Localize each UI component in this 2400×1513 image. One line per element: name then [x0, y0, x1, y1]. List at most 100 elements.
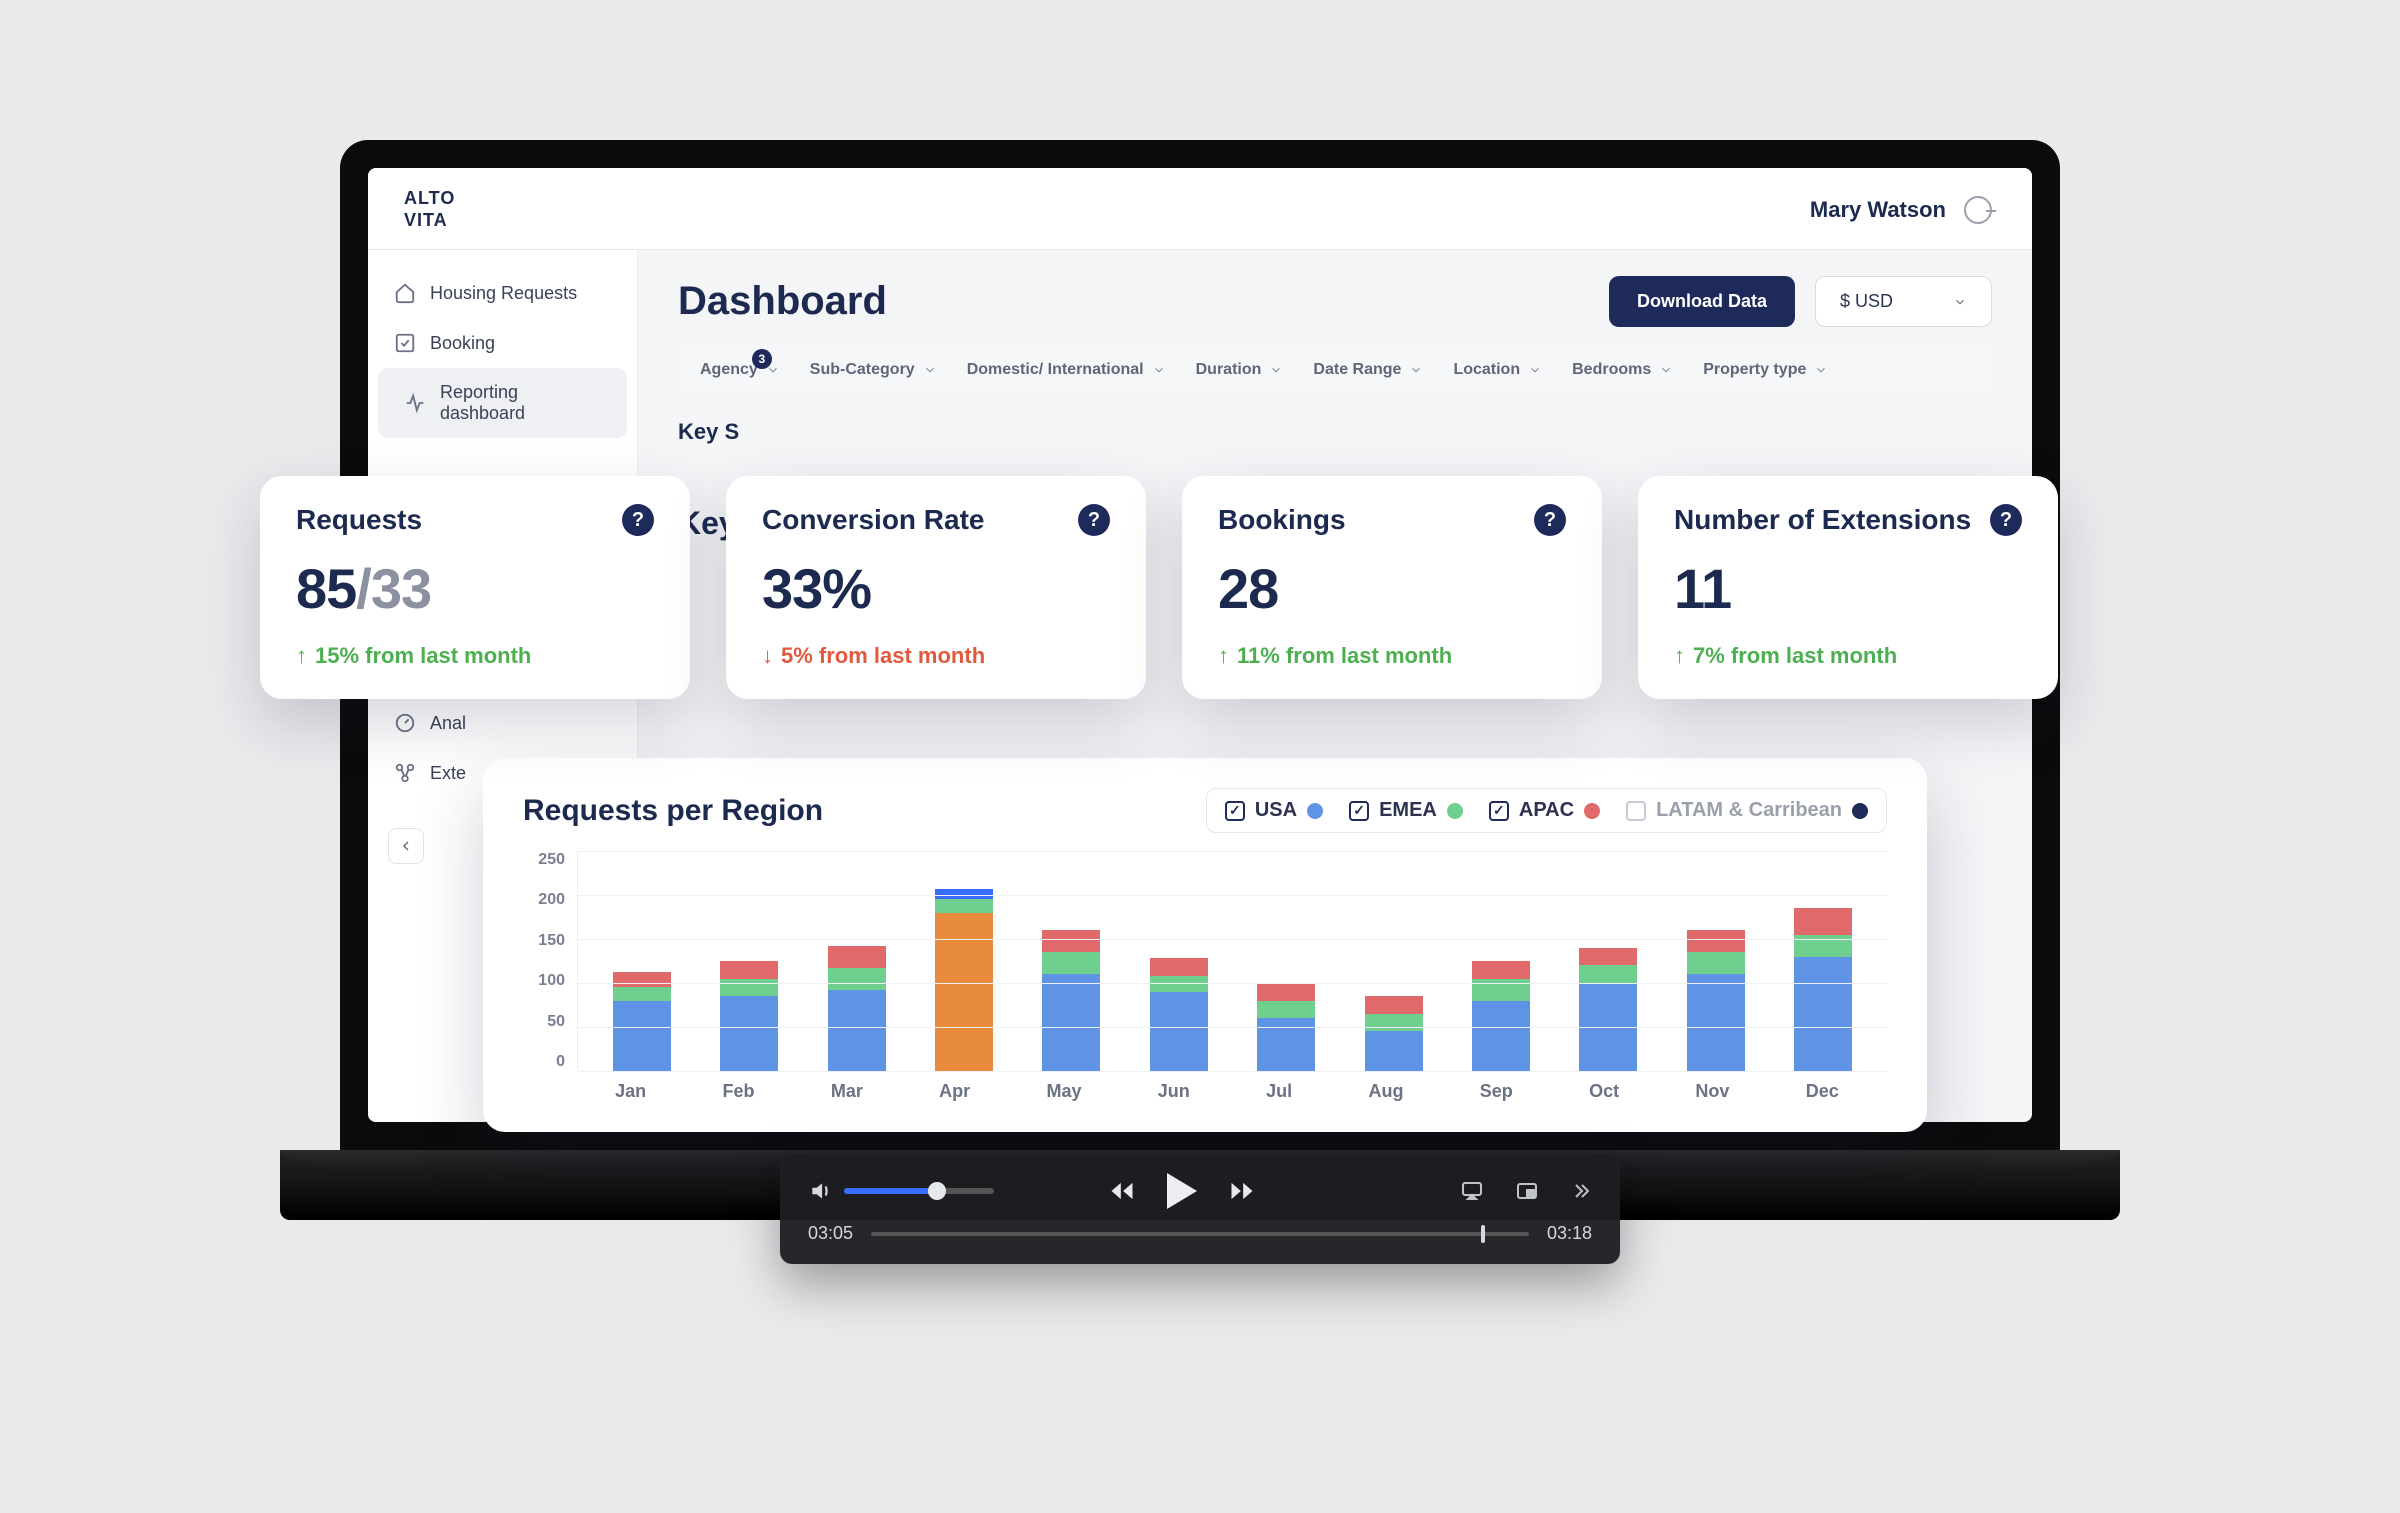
rewind-button[interactable]	[1105, 1177, 1139, 1205]
filter-location[interactable]: Location	[1447, 357, 1548, 383]
bar-dec	[1794, 908, 1852, 1071]
filter-date-range[interactable]: Date Range	[1307, 357, 1429, 383]
bar-segment	[1042, 952, 1100, 974]
sidebar-item-reporting-dashboard[interactable]: Reporting dashboard	[378, 368, 627, 438]
filter-label: Location	[1453, 361, 1520, 379]
bar-feb	[720, 961, 778, 1071]
main-header: Dashboard Download Data $ USD	[678, 276, 1992, 327]
bar-segment	[1687, 974, 1745, 1071]
legend-item-latam[interactable]: LATAM & Carribean	[1626, 799, 1868, 822]
pip-icon[interactable]	[1512, 1179, 1542, 1203]
x-tick: Apr	[939, 1081, 970, 1102]
checkbox-unchecked-icon	[1626, 801, 1646, 821]
filter-bedrooms[interactable]: Bedrooms	[1566, 357, 1679, 383]
currency-select[interactable]: $ USD	[1815, 276, 1992, 327]
bar-segment	[720, 996, 778, 1071]
bar-segment	[828, 990, 886, 1071]
chart-body: 250200150100500	[523, 851, 1887, 1071]
help-icon[interactable]: ?	[1990, 504, 2022, 536]
chart-card: Requests per Region ✓ USA ✓ EMEA ✓ APAC …	[483, 758, 1927, 1132]
filter-agency[interactable]: Agency3	[694, 357, 786, 383]
filter-duration[interactable]: Duration	[1190, 357, 1290, 383]
bar-segment	[1257, 1001, 1315, 1019]
bar-segment	[1579, 948, 1637, 966]
filter-sub-category[interactable]: Sub-Category	[804, 357, 943, 383]
bar-segment	[935, 913, 993, 1071]
more-icon[interactable]	[1568, 1179, 1592, 1203]
volume-slider[interactable]	[844, 1188, 994, 1194]
logout-icon[interactable]	[1964, 196, 1992, 224]
transport-controls	[1105, 1173, 1259, 1209]
page-title: Dashboard	[678, 279, 887, 324]
arrow-down-icon: ↓	[762, 643, 773, 669]
kpi-delta-text: 15% from last month	[315, 643, 531, 669]
filter-domestic-international[interactable]: Domestic/ International	[961, 357, 1172, 383]
x-tick: Oct	[1589, 1081, 1619, 1102]
filter-badge: 3	[752, 349, 772, 369]
bar-segment	[1687, 952, 1745, 974]
kpi-card-number-of-extensions: Number of Extensions ? 11 ↑ 7% from last…	[1638, 476, 2058, 699]
y-tick: 50	[523, 1013, 565, 1031]
volume-thumb[interactable]	[928, 1182, 946, 1200]
filter-label: Domestic/ International	[967, 361, 1144, 379]
kpi-delta-text: 7% from last month	[1693, 643, 1897, 669]
filter-label: Duration	[1196, 361, 1262, 379]
bar-nov	[1687, 930, 1745, 1071]
volume-fill	[844, 1188, 937, 1194]
header-actions: Download Data $ USD	[1609, 276, 1992, 327]
kpi-head: Conversion Rate ?	[762, 504, 1110, 536]
arrow-left-icon	[398, 838, 414, 854]
sidebar-item-housing-requests[interactable]: Housing Requests	[368, 268, 637, 318]
volume-control[interactable]	[808, 1178, 994, 1204]
progress-thumb[interactable]	[1481, 1225, 1485, 1243]
x-tick: Nov	[1695, 1081, 1729, 1102]
volume-icon	[808, 1178, 834, 1204]
logo-text-top: ALTO	[404, 188, 455, 209]
sidebar-item-label: Booking	[430, 333, 495, 354]
chevron-down-icon	[1409, 363, 1423, 377]
legend-item-emea[interactable]: ✓ EMEA	[1349, 799, 1463, 822]
legend-item-apac[interactable]: ✓ APAC	[1489, 799, 1600, 822]
x-tick: Feb	[723, 1081, 755, 1102]
sidebar-item-anal[interactable]: Anal	[368, 698, 637, 748]
video-player: 03:05 03:18	[780, 1155, 1620, 1264]
user-name: Mary Watson	[1810, 197, 1946, 223]
airplay-icon[interactable]	[1458, 1179, 1486, 1203]
download-data-button[interactable]: Download Data	[1609, 276, 1795, 327]
sidebar-collapse-button[interactable]	[388, 828, 424, 864]
help-icon[interactable]: ?	[622, 504, 654, 536]
bar-segment	[720, 979, 778, 997]
arrow-up-icon: ↑	[1674, 643, 1685, 669]
gridline	[578, 1027, 1887, 1028]
bar-segment	[935, 899, 993, 912]
kpi-card-requests: Requests ? 85/33 ↑ 15% from last month	[260, 476, 690, 699]
play-button[interactable]	[1167, 1173, 1197, 1209]
kpi-delta: ↑ 7% from last month	[1674, 643, 2022, 669]
activity-icon	[404, 392, 426, 414]
checkbox-checked-icon: ✓	[1349, 801, 1369, 821]
duration: 03:18	[1547, 1223, 1592, 1244]
bar-segment	[1579, 965, 1637, 983]
help-icon[interactable]: ?	[1534, 504, 1566, 536]
chart-header: Requests per Region ✓ USA ✓ EMEA ✓ APAC …	[523, 788, 1887, 833]
sidebar-item-label: Anal	[430, 713, 466, 734]
filter-property-type[interactable]: Property type	[1697, 357, 1834, 383]
user-area: Mary Watson	[1810, 196, 1992, 224]
kpi-title: Requests	[296, 504, 422, 536]
sidebar-item-booking[interactable]: Booking	[368, 318, 637, 368]
current-time: 03:05	[808, 1223, 853, 1244]
bar-segment	[613, 987, 671, 1000]
filter-label: Date Range	[1313, 361, 1401, 379]
fast-forward-button[interactable]	[1225, 1177, 1259, 1205]
arrow-up-icon: ↑	[296, 643, 307, 669]
legend-item-usa[interactable]: ✓ USA	[1225, 799, 1323, 822]
bar-oct	[1579, 948, 1637, 1071]
kpi-value: 85/33	[296, 556, 654, 621]
bar-segment	[1042, 974, 1100, 1071]
y-tick: 150	[523, 932, 565, 950]
help-icon[interactable]: ?	[1078, 504, 1110, 536]
progress-slider[interactable]	[871, 1232, 1529, 1236]
gridline	[578, 1071, 1887, 1072]
x-tick: Jan	[615, 1081, 646, 1102]
chevron-down-icon	[923, 363, 937, 377]
